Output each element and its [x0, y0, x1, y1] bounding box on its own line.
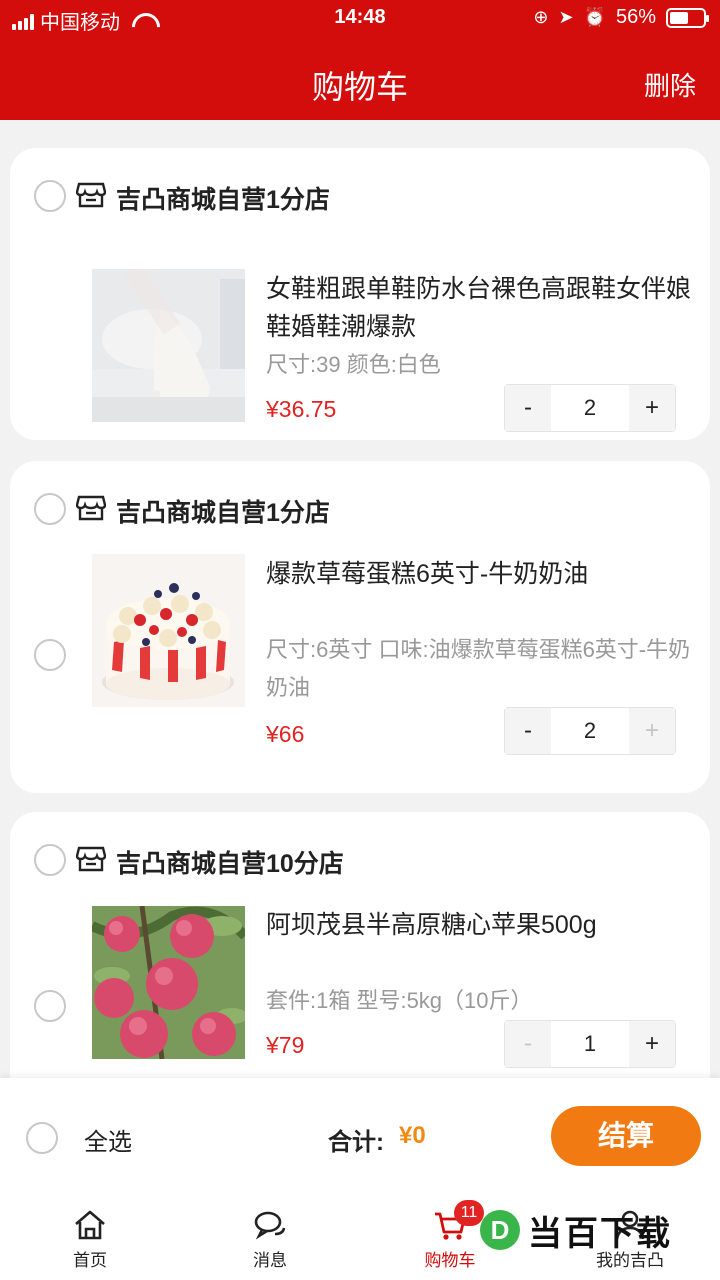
- select-all-label[interactable]: 全选: [84, 1122, 132, 1157]
- product-price: ¥66: [266, 721, 305, 747]
- tab-messages[interactable]: 消息: [210, 1204, 330, 1274]
- product-price: ¥79: [266, 1032, 305, 1058]
- product-image[interactable]: [92, 554, 245, 707]
- quantity-value[interactable]: 2: [551, 708, 629, 754]
- item-select-radio[interactable]: [34, 990, 66, 1022]
- decrease-button[interactable]: -: [505, 1021, 551, 1067]
- quantity-stepper: - 2 +: [504, 707, 676, 755]
- cake-image: [92, 554, 245, 707]
- delete-button[interactable]: 删除: [644, 66, 696, 103]
- location-icon: ➤: [558, 7, 574, 27]
- tab-label: 消息: [253, 1251, 287, 1270]
- battery-icon: [666, 7, 709, 28]
- store-icon: [76, 846, 106, 872]
- product-price: ¥36.75: [266, 396, 337, 422]
- alarm-icon: ⏰: [583, 7, 606, 27]
- product-spec: 尺寸:39 颜色:白色: [266, 352, 441, 377]
- quantity-value[interactable]: 1: [551, 1021, 629, 1067]
- store-card: 吉凸商城自营10分店 阿坝茂县半高原糖心苹果500g 套件:1箱 型号:5kg（…: [10, 812, 710, 1078]
- cart-list[interactable]: 吉凸商城自营1分店 女鞋粗跟单鞋防水台裸色高跟鞋女伴娘鞋婚鞋潮爆款 尺寸:39 …: [0, 120, 720, 1078]
- total-value: ¥0: [399, 1122, 426, 1149]
- tab-label: 首页: [73, 1251, 107, 1270]
- product-image[interactable]: [92, 906, 245, 1059]
- product-spec: 套件:1箱 型号:5kg（10斤）: [266, 988, 533, 1013]
- store-icon: [76, 495, 106, 521]
- item-select-radio[interactable]: [34, 639, 66, 671]
- quantity-stepper: - 1 +: [504, 1020, 676, 1068]
- decrease-button[interactable]: -: [505, 708, 551, 754]
- store-select-radio[interactable]: [34, 493, 66, 525]
- quantity-value[interactable]: 2: [551, 385, 629, 431]
- watermark-logo: D: [480, 1210, 520, 1250]
- status-bar: 中国移动 14:48 ⊕ ➤ ⏰ 56%: [0, 0, 720, 38]
- checkout-bar: 全选 合计: ¥0 结算: [0, 1078, 720, 1198]
- increase-button[interactable]: +: [629, 708, 675, 754]
- apple-image: [92, 906, 245, 1059]
- quantity-stepper: - 2 +: [504, 384, 676, 432]
- increase-button[interactable]: +: [629, 385, 675, 431]
- watermark-text: 当百下载: [528, 1214, 672, 1253]
- rotation-lock-icon: ⊕: [533, 7, 549, 27]
- store-name: 吉凸商城自营1分店: [116, 499, 330, 527]
- store-name: 吉凸商城自营10分店: [116, 850, 344, 878]
- app-header: 中国移动 14:48 ⊕ ➤ ⏰ 56% 购物车 删除: [0, 0, 720, 120]
- product-name[interactable]: 阿坝茂县半高原糖心苹果500g: [266, 906, 696, 944]
- page-title: 购物车: [311, 69, 408, 105]
- watermark: D 当百下载: [480, 1206, 672, 1254]
- store-select-radio[interactable]: [34, 844, 66, 876]
- decrease-button[interactable]: -: [505, 385, 551, 431]
- checkout-button[interactable]: 结算: [551, 1106, 701, 1166]
- tab-home[interactable]: 首页: [30, 1204, 150, 1274]
- product-image[interactable]: [92, 269, 245, 422]
- select-all-radio[interactable]: [26, 1122, 58, 1154]
- home-icon: [75, 1210, 105, 1240]
- message-icon: [254, 1211, 286, 1240]
- store-select-radio[interactable]: [34, 180, 66, 212]
- store-card: 吉凸商城自营1分店 女鞋粗跟单鞋防水台裸色高跟鞋女伴娘鞋婚鞋潮爆款 尺寸:39 …: [10, 148, 710, 440]
- shoe-image: [92, 269, 245, 422]
- product-name[interactable]: 爆款草莓蛋糕6英寸-牛奶奶油: [266, 555, 696, 593]
- store-name: 吉凸商城自营1分店: [116, 186, 330, 214]
- product-spec: 尺寸:6英寸 口味:油爆款草莓蛋糕6英寸-牛奶奶油: [266, 637, 691, 700]
- product-name[interactable]: 女鞋粗跟单鞋防水台裸色高跟鞋女伴娘鞋婚鞋潮爆款: [266, 270, 696, 346]
- store-card: 吉凸商城自营1分店 爆款草莓蛋糕6英寸-牛奶奶油 尺寸:6英寸 口味:油爆款草莓…: [10, 461, 710, 793]
- increase-button[interactable]: +: [629, 1021, 675, 1067]
- battery-percent: 56%: [615, 6, 656, 28]
- store-icon: [76, 182, 106, 208]
- total-label: 合计:: [328, 1129, 384, 1156]
